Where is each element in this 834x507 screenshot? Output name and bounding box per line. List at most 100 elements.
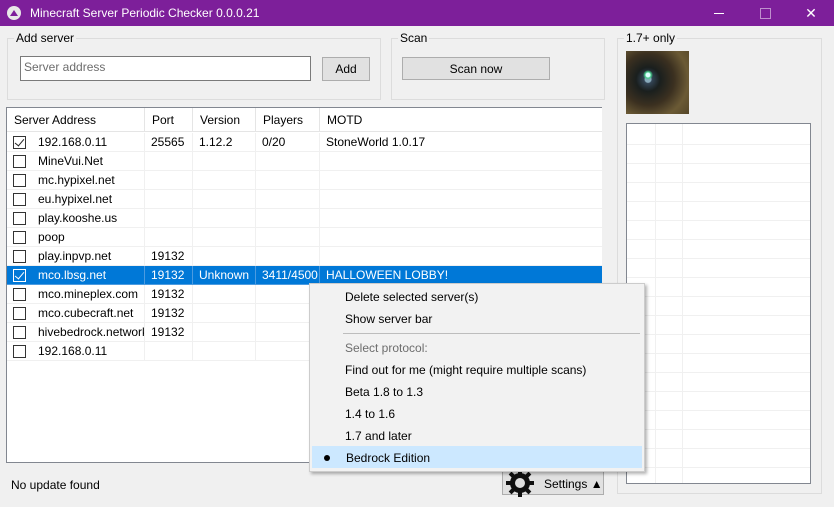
context-menu: Delete selected server(s) Show server ba… [309,283,645,472]
column-header[interactable]: Players [256,108,320,132]
table-row[interactable]: play.inpvp.net 19132 [7,247,605,266]
cell-port [145,152,193,171]
cell-version: Unknown [193,266,256,285]
row-checkbox[interactable] [13,174,26,187]
cell-address: play.kooshe.us [7,209,145,228]
cell-motd [320,247,605,266]
cell-motd [320,171,605,190]
menu-item-1-4[interactable]: 1.4 to 1.6 [312,403,642,425]
cell-address: 192.168.0.11 [7,133,145,152]
row-checkbox[interactable] [13,326,26,339]
menu-item-bedrock-label: Bedrock Edition [346,451,431,465]
cell-port: 19132 [145,266,193,285]
cell-port [145,171,193,190]
table-row[interactable]: poop [7,228,605,247]
title-bar: Minecraft Server Periodic Checker 0.0.0.… [0,0,834,26]
list-header: Server Address Port Version Players MOTD [7,108,605,132]
app-icon [7,6,21,20]
settings-label: Settings ▲ [544,477,603,491]
menu-item-show-server-bar[interactable]: Show server bar [312,308,642,330]
cell-version [193,304,256,323]
grid-line [682,124,683,483]
row-checkbox[interactable] [13,288,26,301]
table-row[interactable]: mc.hypixel.net [7,171,605,190]
add-button[interactable]: Add [322,57,370,81]
table-row[interactable]: play.kooshe.us [7,209,605,228]
table-row[interactable]: MineVui.Net [7,152,605,171]
cell-address: mc.hypixel.net [7,171,145,190]
cell-version [193,190,256,209]
table-row[interactable]: eu.hypixel.net [7,190,605,209]
cell-address: poop [7,228,145,247]
cell-address: MineVui.Net [7,152,145,171]
menu-item-delete-servers[interactable]: Delete selected server(s) [312,286,642,308]
column-header[interactable]: Version [193,108,256,132]
cell-version [193,171,256,190]
scan-now-button[interactable]: Scan now [402,57,550,80]
minimize-button[interactable] [696,0,742,26]
menu-separator [343,333,640,334]
server-address: 192.168.0.11 [38,344,108,358]
close-button[interactable]: ✕ [788,0,834,26]
cell-players [256,171,320,190]
column-header[interactable]: MOTD [320,108,605,132]
right-panel-label: 1.7+ only [624,31,678,45]
cell-players [256,152,320,171]
row-checkbox[interactable] [13,307,26,320]
cell-motd: StoneWorld 1.0.17 [320,133,605,152]
row-checkbox[interactable] [13,136,26,149]
cell-version [193,285,256,304]
cell-port: 19132 [145,247,193,266]
server-address: mc.hypixel.net [38,173,115,187]
cell-motd [320,152,605,171]
menu-item-bedrock[interactable]: Bedrock Edition [312,446,642,468]
cell-address: hivebedrock.network [7,323,145,342]
cell-version [193,323,256,342]
cell-version [193,228,256,247]
menu-item-1-7[interactable]: 1.7 and later [312,425,642,447]
menu-item-beta[interactable]: Beta 1.8 to 1.3 [312,381,642,403]
row-checkbox[interactable] [13,212,26,225]
cell-players [256,247,320,266]
maximize-button[interactable] [742,0,788,26]
cell-port: 19132 [145,304,193,323]
column-header[interactable]: Port [145,108,193,132]
column-header[interactable]: Server Address [7,108,145,132]
row-checkbox[interactable] [13,155,26,168]
cell-address: 192.168.0.11 [7,342,145,361]
grid-line [655,124,656,483]
window-title: Minecraft Server Periodic Checker 0.0.0.… [30,6,260,20]
cell-port [145,209,193,228]
row-checkbox[interactable] [13,345,26,358]
server-address-input[interactable]: Server address [20,56,311,81]
cell-players [256,228,320,247]
cell-address: mco.mineplex.com [7,285,145,304]
row-checkbox[interactable] [13,269,26,282]
server-address: mco.lbsg.net [38,268,107,282]
server-address: hivebedrock.network [38,325,145,339]
cell-motd [320,228,605,247]
menu-label-select-protocol: Select protocol: [345,341,428,355]
cell-version [193,342,256,361]
cell-port: 19132 [145,323,193,342]
server-address: MineVui.Net [38,154,103,168]
table-row[interactable]: 192.168.0.11 25565 1.12.2 0/20 StoneWorld 1.… [7,133,605,152]
scan-label: Scan [398,31,430,45]
cell-port [145,190,193,209]
cell-motd [320,190,605,209]
row-checkbox[interactable] [13,193,26,206]
row-checkbox[interactable] [13,231,26,244]
server-address: mco.cubecraft.net [38,306,134,320]
update-status: No update found [11,478,100,492]
server-address: eu.hypixel.net [38,192,113,206]
row-checkbox[interactable] [13,250,26,263]
server-address: 192.168.0.11 [38,135,108,149]
cell-players [256,209,320,228]
add-server-label: Add server [14,31,77,45]
menu-item-find-out[interactable]: Find out for me (might require multiple … [312,359,642,381]
settings-button[interactable]: Settings ▲ [502,469,604,497]
cell-motd [320,209,605,228]
server-address: play.kooshe.us [38,211,118,225]
cell-players [256,190,320,209]
cell-version [193,152,256,171]
